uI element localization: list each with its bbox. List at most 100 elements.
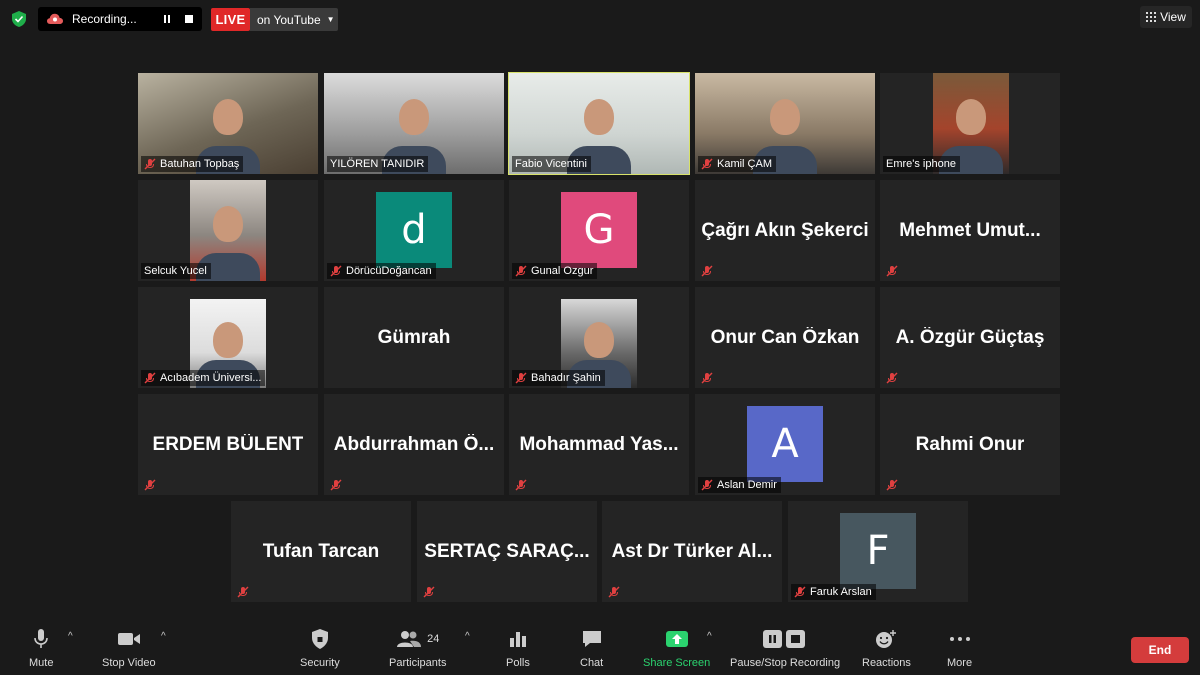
muted-microphone-icon (144, 372, 156, 384)
participant-tile[interactable]: Emre's iphone (880, 73, 1060, 174)
participant-tile[interactable]: G Gunal Ozgur (509, 180, 689, 281)
participant-name-label: Selcuk Yucel (144, 265, 207, 277)
participant-name-bar (883, 477, 906, 493)
person-silhouette (584, 99, 614, 136)
participant-tile[interactable]: d DörücüDoğancan (324, 180, 504, 281)
participant-tile[interactable]: ERDEM BÜLENT (138, 394, 318, 495)
live-destination-dropdown[interactable]: on YouTube ▼ (250, 8, 338, 31)
participant-name-bar: DörücüDoğancan (327, 263, 436, 279)
security-button[interactable]: Security (300, 627, 340, 669)
person-silhouette (399, 99, 429, 136)
participant-name-bar (234, 584, 257, 600)
end-meeting-button[interactable]: End (1131, 637, 1189, 663)
share-screen-icon (665, 627, 689, 651)
participant-tile[interactable]: Mehmet Umut... (880, 180, 1060, 281)
view-button[interactable]: View (1140, 6, 1192, 28)
participant-tile[interactable]: Mohammad Yas... (509, 394, 689, 495)
participant-avatar: A (747, 406, 823, 482)
muted-microphone-icon (701, 265, 713, 277)
encryption-shield-icon[interactable] (10, 10, 28, 28)
participant-name-bar (698, 263, 721, 279)
polls-label: Polls (506, 657, 530, 669)
participant-tile[interactable]: Fabio Vicentini (508, 72, 690, 175)
muted-microphone-icon (886, 479, 898, 491)
more-button[interactable]: More (947, 627, 972, 669)
participant-name-bar (883, 370, 906, 386)
participant-tile[interactable]: Rahmi Onur (880, 394, 1060, 495)
share-screen-button[interactable]: Share Screen (643, 627, 710, 669)
polls-chart-icon (508, 627, 528, 651)
participant-tile[interactable]: Bahadır Şahin (509, 287, 689, 388)
video-options-caret-icon[interactable]: ^ (161, 631, 166, 642)
view-label: View (1160, 10, 1186, 24)
participant-display-name: Gümrah (377, 326, 451, 348)
person-silhouette (770, 99, 800, 136)
participant-name-bar: Gunal Ozgur (512, 263, 598, 279)
participant-name-label: Fabio Vicentini (515, 158, 587, 170)
chat-button[interactable]: Chat (580, 627, 603, 669)
live-destination-label: on YouTube (257, 12, 321, 27)
participant-name-label: Bahadır Şahin (531, 372, 601, 384)
participant-tile[interactable]: F Faruk Arslan (788, 501, 968, 602)
participant-name-bar: YILÖREN TANIDIR (327, 156, 429, 172)
participant-tile[interactable]: Ast Dr Türker Al... (602, 501, 782, 602)
participants-icon: 24 (396, 627, 439, 651)
pause-recording-icon[interactable] (158, 10, 176, 28)
participant-tile[interactable]: Batuhan Topbaş (138, 73, 318, 174)
participant-name-label: YILÖREN TANIDIR (330, 158, 425, 170)
participant-name-bar (883, 263, 906, 279)
stop-video-button[interactable]: Stop Video (102, 627, 156, 669)
participant-tile[interactable]: Çağrı Akın Şekerci (695, 180, 875, 281)
security-label: Security (300, 657, 340, 669)
participant-avatar: d (376, 192, 452, 268)
participant-tile[interactable]: Selcuk Yucel (138, 180, 318, 281)
participants-button[interactable]: 24 Participants (389, 627, 446, 669)
video-camera-icon (117, 627, 141, 651)
share-options-caret-icon[interactable]: ^ (707, 631, 712, 642)
participant-name-bar (141, 477, 164, 493)
participant-name-label: Batuhan Topbaş (160, 158, 240, 170)
muted-microphone-icon (515, 372, 527, 384)
participant-tile[interactable]: A. Özgür Güçtaş (880, 287, 1060, 388)
reactions-smiley-icon (875, 627, 897, 651)
participant-name-bar (512, 477, 535, 493)
participants-options-caret-icon[interactable]: ^ (465, 631, 470, 642)
pause-stop-recording-icon (762, 627, 808, 651)
stop-recording-icon[interactable] (180, 10, 198, 28)
participant-tile[interactable]: Kamil ÇAM (695, 73, 875, 174)
participant-display-name: SERTAÇ SARAÇ... (424, 540, 590, 562)
mute-button[interactable]: Mute (29, 627, 53, 669)
muted-microphone-icon (330, 479, 342, 491)
muted-microphone-icon (701, 372, 713, 384)
participant-tile[interactable]: SERTAÇ SARAÇ... (417, 501, 597, 602)
person-silhouette (956, 99, 986, 136)
participant-tile[interactable]: Abdurrahman Ö... (324, 394, 504, 495)
recording-indicator: Recording... (38, 7, 202, 31)
chat-label: Chat (580, 657, 604, 669)
person-silhouette (213, 206, 243, 243)
polls-button[interactable]: Polls (506, 627, 530, 669)
participant-tile[interactable]: Acıbadem Üniversi... (138, 287, 318, 388)
pause-stop-recording-button[interactable]: Pause/Stop Recording (730, 627, 840, 669)
participant-tile[interactable]: Tufan Tarcan (231, 501, 411, 602)
reactions-button[interactable]: Reactions (862, 627, 911, 669)
live-badge[interactable]: LIVE (211, 8, 250, 31)
participant-name-bar (327, 477, 350, 493)
participant-tile[interactable]: Onur Can Özkan (695, 287, 875, 388)
participant-name-bar: Emre's iphone (883, 156, 960, 172)
participant-avatar: F (840, 513, 916, 589)
participant-tile[interactable]: A Aslan Demir (695, 394, 875, 495)
caret-down-icon: ▼ (326, 15, 335, 24)
zoom-meeting-window: Recording... LIVE on YouTube ▼ View Batu… (0, 0, 1200, 675)
participant-display-name: Rahmi Onur (915, 433, 1025, 455)
muted-microphone-icon (701, 158, 713, 170)
participant-name-label: Gunal Ozgur (531, 265, 594, 277)
participant-name-bar: Aslan Demir (698, 477, 781, 493)
participant-tile[interactable]: YILÖREN TANIDIR (324, 73, 504, 174)
audio-options-caret-icon[interactable]: ^ (68, 631, 73, 642)
participant-name-bar: Faruk Arslan (791, 584, 876, 600)
participant-tile[interactable]: Gümrah (324, 287, 504, 388)
participant-display-name: Ast Dr Türker Al... (611, 540, 773, 562)
participant-name-bar: Fabio Vicentini (512, 156, 591, 172)
participant-display-name: Mohammad Yas... (519, 433, 679, 455)
